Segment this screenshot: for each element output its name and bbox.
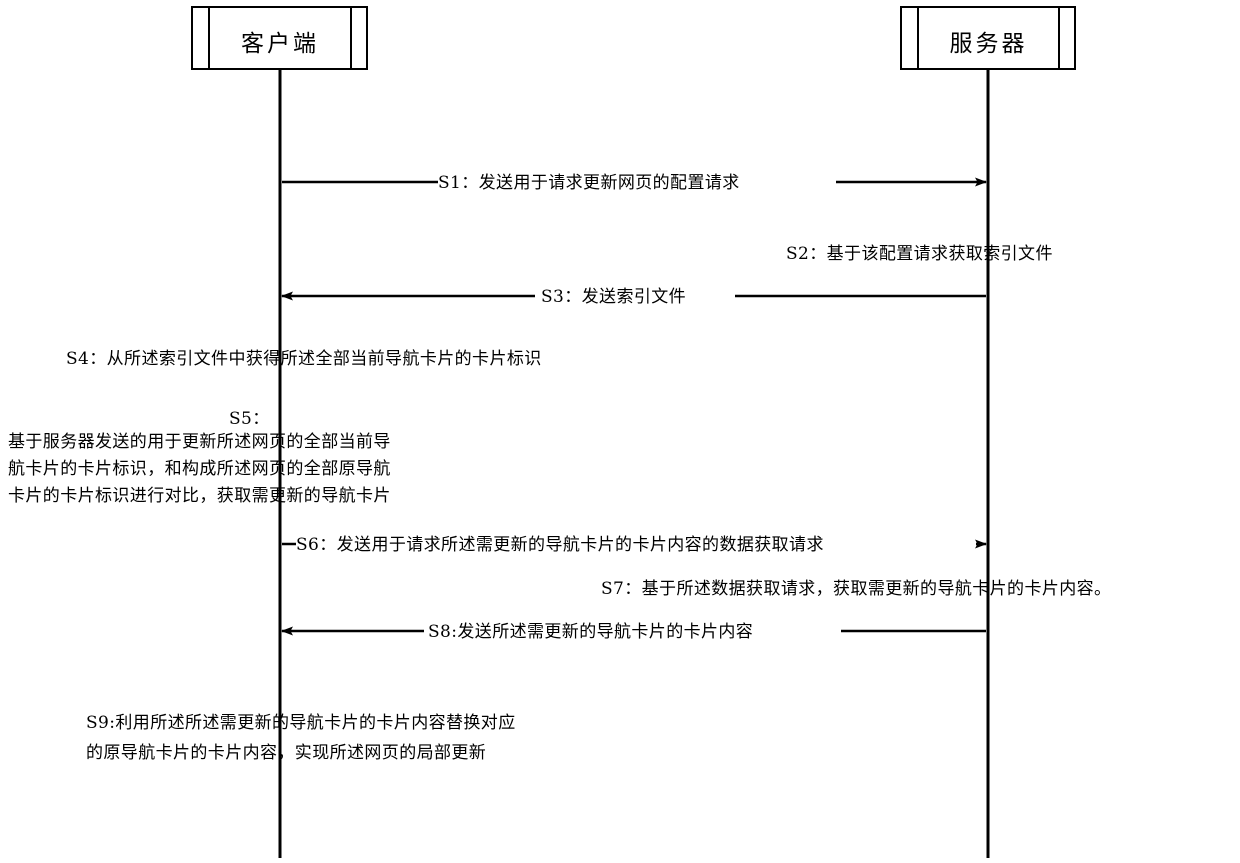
step-label-s4: S4：从所述索引文件中获得所述全部当前导航卡片的卡片标识 [66, 349, 542, 369]
step-label-s2: S2：基于该配置请求获取索引文件 [786, 244, 1053, 264]
step-label-s8: S8:发送所述需更新的导航卡片的卡片内容 [428, 622, 754, 642]
actor-label-client: 客户端 [241, 31, 319, 57]
step-label-s3: S3：发送索引文件 [541, 287, 687, 307]
step-label-s7: S7：基于所述数据获取请求，获取需更新的导航卡片的卡片内容。 [601, 579, 1112, 599]
step-label-s1: S1：发送用于请求更新网页的配置请求 [438, 173, 740, 193]
step-label-s5: 基于服务器发送的用于更新所述网页的全部当前导 航卡片的卡片标识，和构成所述网页的… [8, 432, 391, 506]
step-label-s9: S9:利用所述所述需更新的导航卡片的卡片内容替换对应 的原导航卡片的卡片内容，实… [86, 713, 516, 763]
actor-label-server: 服务器 [949, 31, 1028, 57]
step-label-s6: S6：发送用于请求所述需更新的导航卡片的卡片内容的数据获取请求 [296, 535, 824, 555]
